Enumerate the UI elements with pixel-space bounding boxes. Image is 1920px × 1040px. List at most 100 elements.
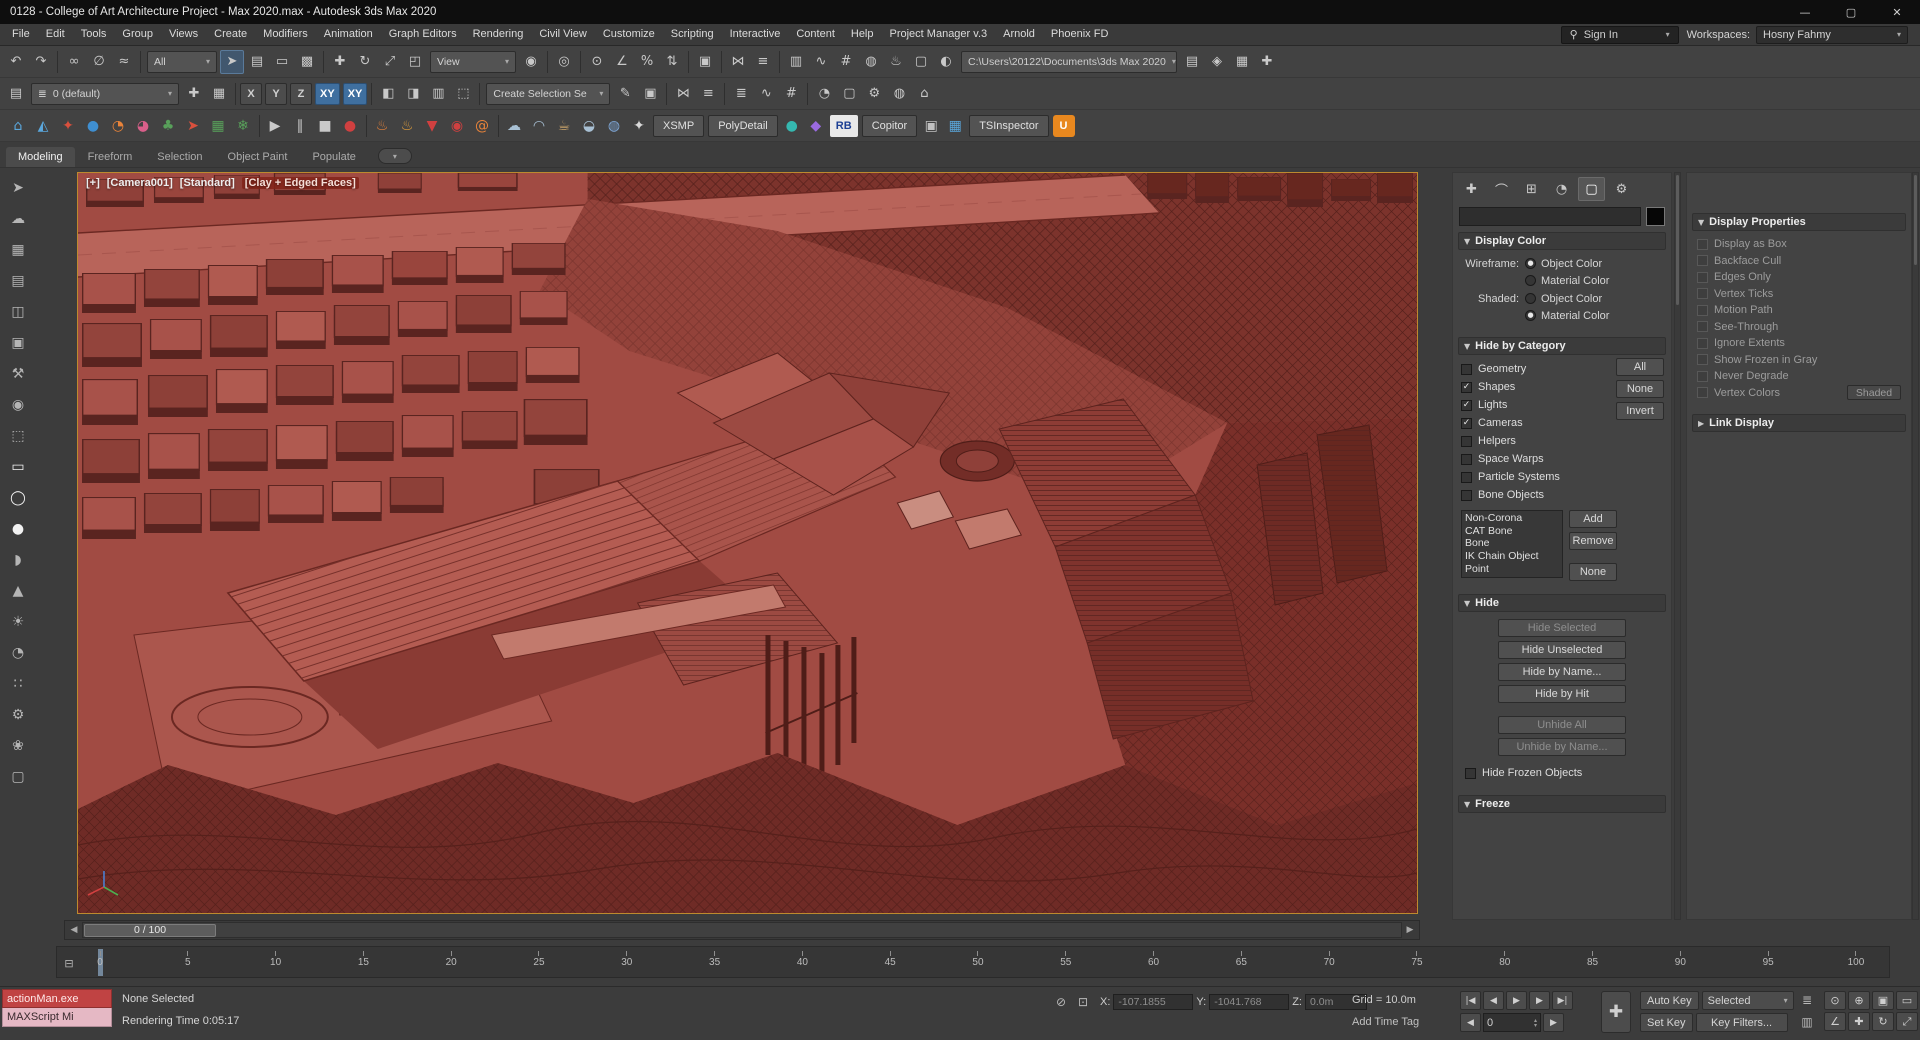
listener-line-1[interactable]: actionMan.exe xyxy=(2,989,112,1008)
rollout-header[interactable]: ▼ Hide xyxy=(1458,594,1666,612)
sini-ring-orange-icon[interactable]: ◔ xyxy=(106,114,130,138)
create-layer-icon[interactable]: ✚ xyxy=(182,82,206,106)
helpers-checkbox[interactable]: Helpers xyxy=(1461,432,1663,450)
command-panel-scrollbar-2[interactable] xyxy=(1912,172,1919,920)
tab-freeform[interactable]: Freeform xyxy=(76,147,145,167)
time-slider-forward-arrow[interactable]: ▶ xyxy=(1402,921,1418,939)
edit-named-selection-sets-icon[interactable]: ▣ xyxy=(693,50,717,74)
polydetail-button[interactable]: PolyDetail xyxy=(708,115,778,137)
xsmp-button[interactable]: XSMP xyxy=(653,115,704,137)
ignore-extents-checkbox[interactable]: Ignore Extents xyxy=(1695,335,1903,352)
separator[interactable] xyxy=(804,83,811,105)
maxscript-mini-listener[interactable]: actionMan.exe MAXScript Mi xyxy=(2,989,112,1027)
separator[interactable] xyxy=(495,115,502,137)
time-slider-back-arrow[interactable]: ◀ xyxy=(66,921,82,939)
viewport-shading-menu[interactable]: [Clay + Edged Faces] xyxy=(242,177,359,189)
stop-tool-icon[interactable]: ■ xyxy=(313,114,337,138)
viewport-perview-menu[interactable]: [Standard] xyxy=(180,177,235,189)
foliage-icon[interactable]: ❀ xyxy=(5,734,31,758)
previous-frame-button[interactable]: ◀ xyxy=(1483,991,1504,1010)
backface-cull-checkbox[interactable]: Backface Cull xyxy=(1695,253,1903,270)
layer-manager-icon[interactable]: ≣ xyxy=(729,82,753,106)
arc-icon[interactable]: ◔ xyxy=(5,641,31,665)
phoenix-sim-icon[interactable]: ◉ xyxy=(445,114,469,138)
use-pivot-point-center-icon[interactable]: ◉ xyxy=(519,50,543,74)
separator[interactable] xyxy=(368,83,375,105)
wireframe-object-color-radio[interactable]: ● Object Color xyxy=(1525,255,1663,272)
light-icon[interactable]: ☀ xyxy=(5,610,31,634)
rollout-header[interactable]: ▶ Link Display xyxy=(1692,414,1906,432)
menu-item[interactable]: Edit xyxy=(38,24,73,45)
category-exclusion-list[interactable]: Non-CoronaCAT BoneBoneIK Chain ObjectPoi… xyxy=(1461,510,1563,578)
cup-sim-icon[interactable]: ☕ xyxy=(552,114,576,138)
menu-item[interactable]: Scripting xyxy=(663,24,722,45)
set-key-button[interactable]: Set Key xyxy=(1640,1013,1693,1032)
sini-forensic-icon[interactable]: ✦ xyxy=(56,114,80,138)
select-and-manipulate-icon[interactable]: ◎ xyxy=(552,50,576,74)
motion-path-checkbox[interactable]: Motion Path xyxy=(1695,302,1903,319)
close-button[interactable]: ✕ xyxy=(1874,0,1920,24)
separator[interactable] xyxy=(137,51,144,73)
list-none-button[interactable]: None xyxy=(1569,563,1617,581)
zoom-extents-icon[interactable]: ▣ xyxy=(1872,991,1894,1010)
sub-object-vertex-icon[interactable]: ◧ xyxy=(376,82,400,106)
list-item[interactable]: Bone xyxy=(1462,537,1562,550)
hide-by-name-button[interactable]: Hide by Name... xyxy=(1498,663,1626,681)
tab-object-paint[interactable]: Object Paint xyxy=(216,147,300,167)
all-button[interactable]: All xyxy=(1616,358,1664,376)
viewport-pov-menu[interactable]: [Camera001] xyxy=(107,177,173,189)
tab-modeling[interactable]: Modeling xyxy=(6,147,75,167)
scene-explorer-icon[interactable]: ▤ xyxy=(4,82,28,106)
project-folder-icon[interactable]: ▤ xyxy=(1180,50,1204,74)
list-item[interactable]: CAT Bone xyxy=(1462,525,1562,538)
menu-item[interactable]: Create xyxy=(206,24,255,45)
show-frozen-in-gray-checkbox[interactable]: Show Frozen in Gray xyxy=(1695,352,1903,369)
listener-line-2[interactable]: MAXScript Mi xyxy=(2,1008,112,1027)
current-frame-field[interactable]: 0 ▴▾ xyxy=(1483,1013,1541,1032)
menu-item[interactable]: Help xyxy=(843,24,882,45)
mirror-icon[interactable]: ⋈ xyxy=(726,50,750,74)
schematic-view-icon[interactable]: # xyxy=(834,50,858,74)
menu-item[interactable]: Interactive xyxy=(722,24,789,45)
coord-y-field[interactable]: -1041.768 xyxy=(1209,994,1289,1010)
invert-button[interactable]: Invert xyxy=(1616,402,1664,420)
unhide-all-button[interactable]: Unhide All xyxy=(1498,716,1626,734)
object-color-swatch[interactable] xyxy=(1646,207,1665,226)
wave-sim-icon[interactable]: ◠ xyxy=(527,114,551,138)
sub-object-polygon-icon[interactable]: ⬚ xyxy=(451,82,475,106)
phoenix-liquid-icon[interactable]: ▼ xyxy=(420,114,444,138)
hide-frozen-objects-checkbox[interactable]: Hide Frozen Objects xyxy=(1461,764,1663,782)
sign-in-control[interactable]: ⚲ Sign In ▾ xyxy=(1561,26,1679,44)
add-path-icon[interactable]: ✚ xyxy=(1255,50,1279,74)
rectangular-selection-region-icon[interactable]: ▭ xyxy=(270,50,294,74)
menu-item[interactable]: Content xyxy=(788,24,843,45)
select-and-rotate-icon[interactable]: ↻ xyxy=(353,50,377,74)
select-and-move-icon[interactable]: ✚ xyxy=(328,50,352,74)
auto-key-button[interactable]: Auto Key xyxy=(1640,991,1699,1010)
separator[interactable] xyxy=(320,51,327,73)
none-button[interactable]: None xyxy=(1616,380,1664,398)
add-button[interactable]: Add xyxy=(1569,510,1617,528)
sub-object-edge-icon[interactable]: ◨ xyxy=(401,82,425,106)
bind-to-space-warp-icon[interactable]: ≈ xyxy=(112,50,136,74)
shaded-material-color-radio[interactable]: ● Material Color xyxy=(1525,307,1663,324)
zoom-region-icon[interactable]: ▭ xyxy=(1896,991,1918,1010)
separator[interactable] xyxy=(776,51,783,73)
play-animation-button[interactable]: ▶ xyxy=(1506,991,1527,1010)
camera-viewport[interactable]: [+] [Camera001] [Standard] [Clay + Edged… xyxy=(77,172,1418,914)
unhide-by-name-button[interactable]: Unhide by Name... xyxy=(1498,738,1626,756)
undo-icon[interactable]: ↶ xyxy=(4,50,28,74)
align-icon[interactable]: ≡ xyxy=(751,50,775,74)
rollout-header[interactable]: ▼ Freeze xyxy=(1458,795,1666,813)
remove-button[interactable]: Remove xyxy=(1569,532,1617,550)
tools-icon[interactable]: ⚒ xyxy=(5,362,31,386)
render-production-icon[interactable]: ◐ xyxy=(934,50,958,74)
snaps-toggle-icon[interactable]: ⊙ xyxy=(585,50,609,74)
asset-tracking-icon[interactable]: ◈ xyxy=(1205,50,1229,74)
separator[interactable] xyxy=(544,51,551,73)
scatter-icon[interactable]: ❄ xyxy=(231,114,255,138)
edit-selection-set-icon[interactable]: ✎ xyxy=(613,82,637,106)
zoom-icon[interactable]: ⊙ xyxy=(1824,991,1846,1010)
frame-spinner[interactable]: ▴▾ xyxy=(1534,1018,1537,1028)
file-reference-icon[interactable]: ▦ xyxy=(1230,50,1254,74)
